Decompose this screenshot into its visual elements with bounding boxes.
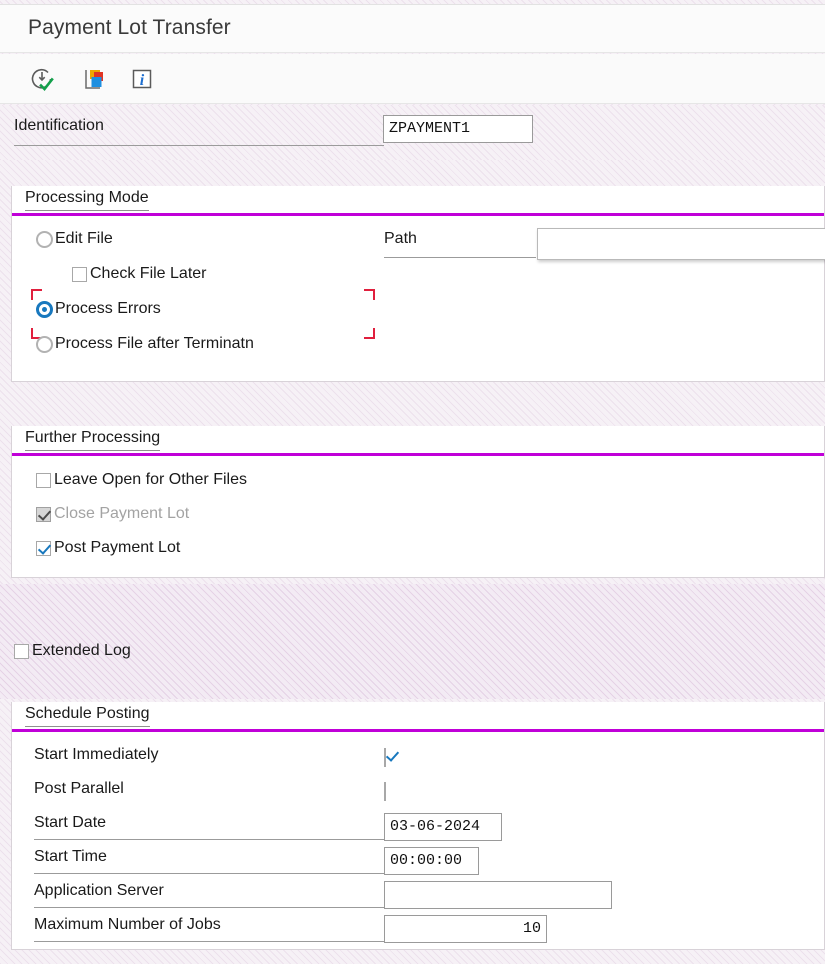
further-processing-header: Further Processing — [12, 426, 824, 456]
start-time-input[interactable]: 00:00:00 — [384, 847, 479, 875]
path-label: Path — [384, 230, 536, 258]
checkbox-label: Leave Open for Other Files — [54, 471, 247, 488]
checkbox-indicator — [36, 472, 51, 488]
row-label: Maximum Number of Jobs — [34, 916, 384, 942]
radio-edit-file[interactable]: Edit File — [36, 230, 113, 248]
radio-label: Process File after Terminatn — [55, 335, 254, 352]
identification-row: Identification ZPAYMENT1 — [0, 105, 825, 160]
checkbox-indicator — [384, 782, 386, 801]
identification-input[interactable]: ZPAYMENT1 — [383, 115, 533, 143]
schedule-posting-body: Start Immediately Post Parallel Start Da… — [12, 732, 824, 949]
checkbox-close-payment-lot: Close Payment Lot — [36, 505, 189, 523]
checkbox-post-payment-lot[interactable]: Post Payment Lot — [36, 539, 180, 557]
path-input[interactable] — [537, 228, 825, 260]
radio-label: Edit File — [55, 230, 113, 247]
row-label: Start Immediately — [34, 746, 159, 763]
checkbox-start-immediately[interactable] — [384, 748, 386, 767]
toolbar: i — [0, 54, 825, 104]
checkbox-indicator — [72, 266, 87, 282]
row-label: Start Time — [34, 848, 384, 874]
checkbox-post-parallel[interactable] — [384, 782, 386, 801]
page-title: Payment Lot Transfer — [28, 16, 231, 39]
schedule-posting-header: Schedule Posting — [12, 702, 824, 732]
row-label: Application Server — [34, 882, 384, 908]
checkbox-label: Post Payment Lot — [54, 539, 181, 556]
schedule-posting-title: Schedule Posting — [25, 705, 150, 727]
processing-mode-header: Processing Mode — [12, 186, 824, 216]
checkbox-indicator — [36, 540, 51, 556]
checkbox-label: Close Payment Lot — [54, 505, 190, 522]
row-maximum-number-of-jobs: Maximum Number of Jobs 10 — [12, 911, 824, 945]
row-start-immediately: Start Immediately — [12, 741, 824, 775]
processing-mode-group: Processing Mode Edit File Path Check Fil… — [11, 186, 825, 382]
schedule-posting-group: Schedule Posting Start Immediately Post … — [11, 702, 825, 950]
processing-mode-body: Edit File Path Check File Later Process … — [12, 216, 825, 381]
checkbox-indicator — [36, 506, 51, 522]
window-titlebar: Payment Lot Transfer — [0, 4, 825, 53]
processing-mode-title: Processing Mode — [25, 189, 149, 211]
application-server-input[interactable] — [384, 881, 612, 909]
checkbox-indicator — [14, 643, 29, 659]
checkbox-label: Check File Later — [90, 265, 207, 282]
svg-text:i: i — [140, 72, 145, 89]
radio-indicator — [36, 230, 53, 248]
checkbox-label: Extended Log — [32, 642, 131, 659]
row-label: Start Date — [34, 814, 384, 840]
further-processing-group: Further Processing Leave Open for Other … — [11, 426, 825, 578]
info-icon[interactable]: i — [128, 65, 156, 93]
radio-label: Process Errors — [55, 300, 161, 317]
checkbox-check-file-later[interactable]: Check File Later — [72, 265, 207, 283]
radio-indicator — [36, 300, 53, 318]
checkbox-indicator — [384, 748, 386, 767]
checkbox-leave-open-for-other-files[interactable]: Leave Open for Other Files — [36, 471, 247, 489]
radio-process-errors[interactable]: Process Errors — [36, 300, 161, 318]
further-processing-title: Further Processing — [25, 429, 161, 451]
radio-process-file-after-terminatn[interactable]: Process File after Terminatn — [36, 335, 254, 353]
extended-log-band: Extended Log — [0, 584, 825, 699]
row-start-date: Start Date 03-06-2024 — [12, 809, 824, 843]
application-window: Payment Lot Transfer i Identification ZP… — [0, 0, 825, 964]
maximum-number-of-jobs-input[interactable]: 10 — [384, 915, 547, 943]
row-start-time: Start Time 00:00:00 — [12, 843, 824, 877]
variants-icon[interactable] — [80, 65, 108, 93]
further-processing-body: Leave Open for Other Files Close Payment… — [12, 456, 824, 577]
checkbox-extended-log[interactable]: Extended Log — [14, 642, 131, 660]
row-application-server: Application Server — [12, 877, 824, 911]
row-post-parallel: Post Parallel — [12, 775, 824, 809]
identification-label: Identification — [14, 117, 384, 146]
row-label: Post Parallel — [34, 780, 124, 797]
start-date-input[interactable]: 03-06-2024 — [384, 813, 502, 841]
radio-indicator — [36, 335, 53, 353]
execute-icon[interactable] — [28, 65, 56, 93]
